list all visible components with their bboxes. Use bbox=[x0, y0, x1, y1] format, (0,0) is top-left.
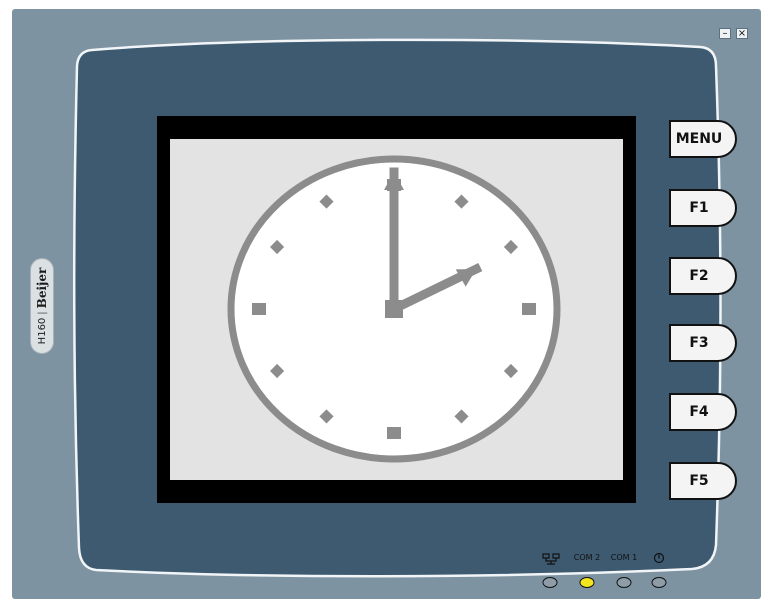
clock-marker bbox=[387, 427, 401, 439]
com1-label: COM 1 bbox=[610, 553, 638, 562]
com1-led bbox=[616, 577, 632, 588]
f5-key-label: F5 bbox=[689, 473, 709, 489]
device-graphic bbox=[72, 38, 722, 578]
model-name: H160 bbox=[36, 317, 48, 345]
power-icon bbox=[653, 552, 665, 564]
f5-key[interactable]: F5 bbox=[668, 461, 738, 501]
clock-center bbox=[385, 300, 403, 318]
clock-marker bbox=[252, 303, 266, 315]
com2-led bbox=[579, 577, 595, 588]
power-led bbox=[651, 577, 667, 588]
f3-key[interactable]: F3 bbox=[668, 323, 738, 363]
f4-key[interactable]: F4 bbox=[668, 392, 738, 432]
brand-name: Beijer bbox=[35, 267, 49, 309]
analog-clock bbox=[227, 155, 561, 463]
brand-separator: | bbox=[36, 311, 48, 315]
f3-key-label: F3 bbox=[689, 335, 709, 351]
brand-label: H160 | Beijer bbox=[35, 268, 49, 345]
f2-key[interactable]: F2 bbox=[668, 256, 738, 296]
menu-key[interactable]: MENU bbox=[668, 119, 738, 159]
clock-marker bbox=[522, 303, 536, 315]
f2-key-label: F2 bbox=[689, 268, 709, 284]
f4-key-label: F4 bbox=[689, 404, 709, 420]
network-led bbox=[542, 577, 558, 588]
f1-key-label: F1 bbox=[689, 200, 709, 216]
menu-key-label: MENU bbox=[675, 131, 723, 147]
com2-label: COM 2 bbox=[573, 553, 601, 562]
f1-key[interactable]: F1 bbox=[668, 188, 738, 228]
network-icon bbox=[542, 553, 560, 565]
